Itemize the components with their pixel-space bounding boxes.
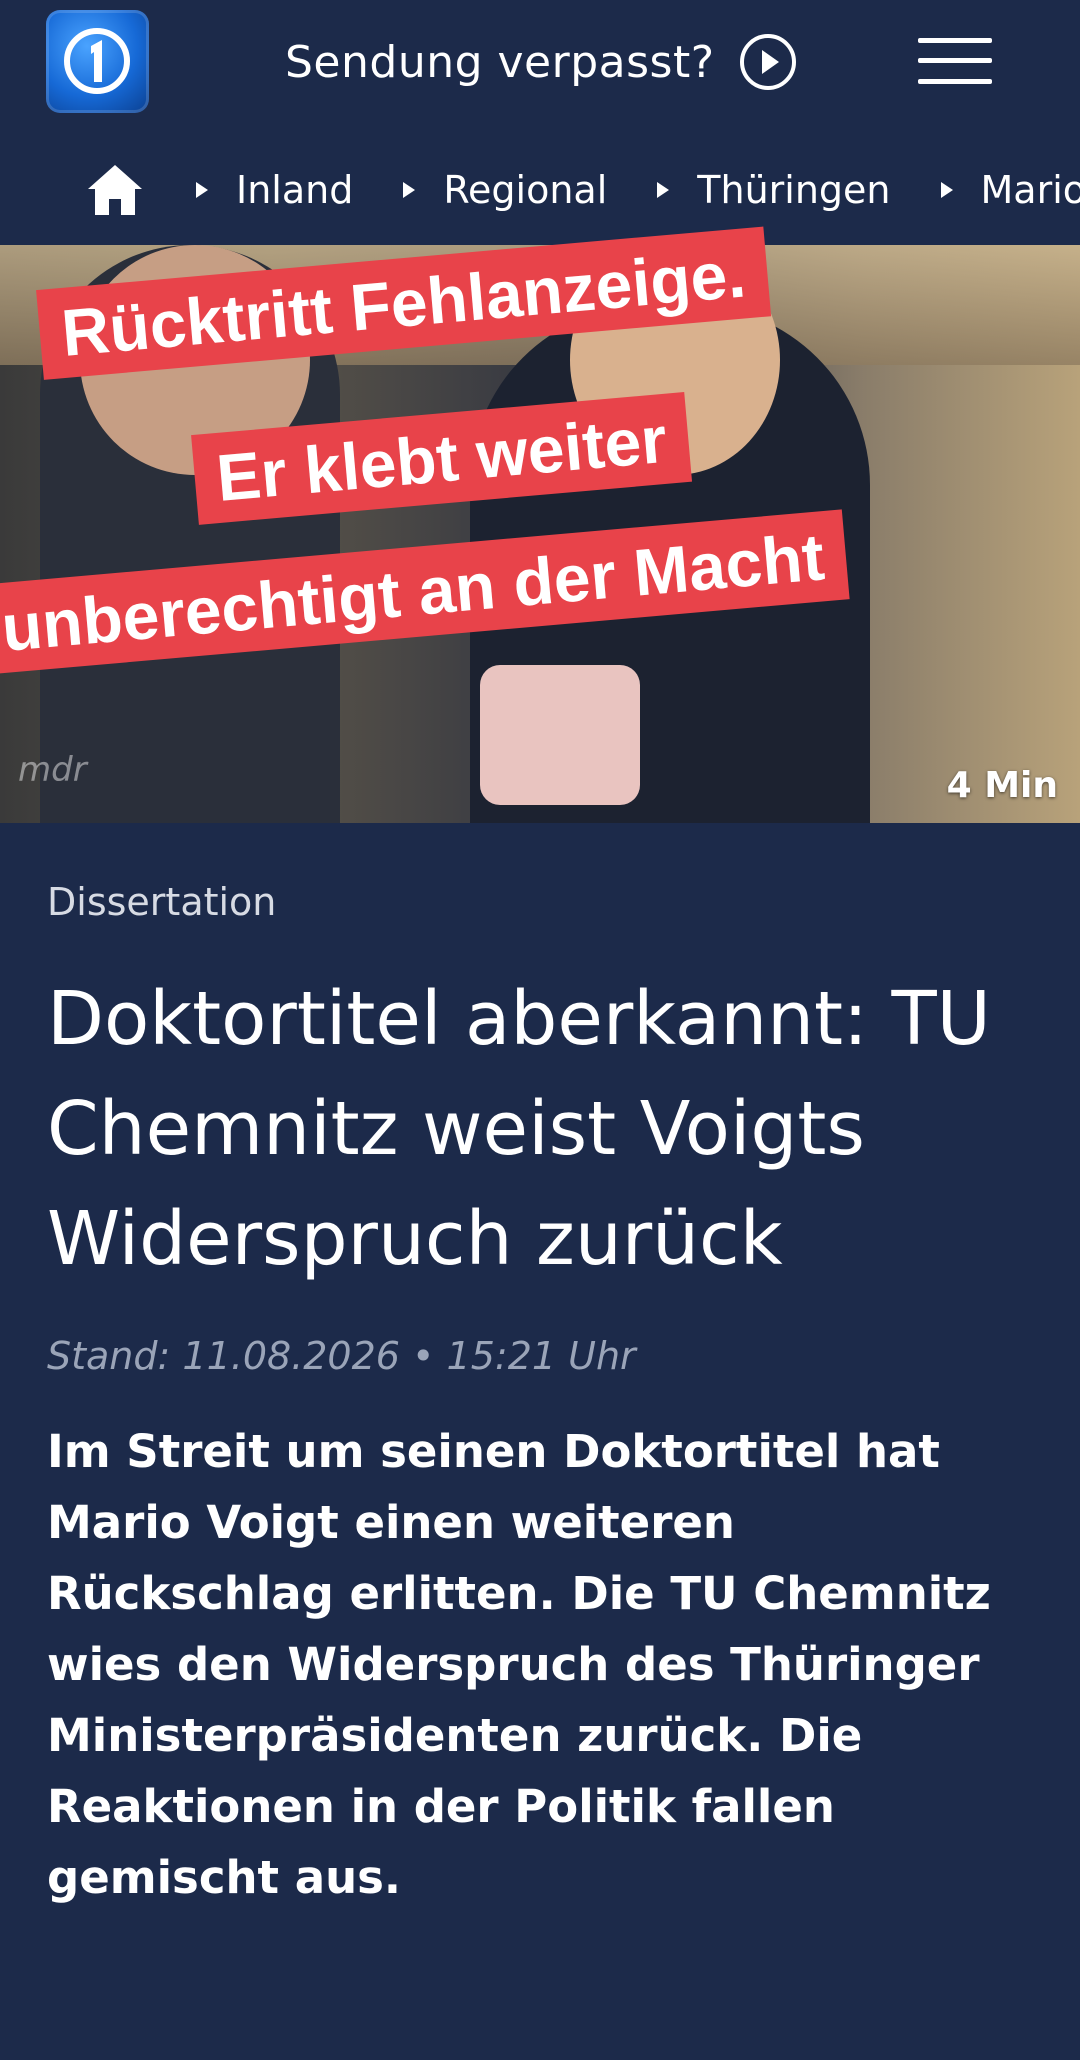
video-duration-badge: 4 Min xyxy=(946,765,1058,806)
breadcrumb-item-inland[interactable]: Inland xyxy=(194,168,353,212)
tagesschau-logo[interactable] xyxy=(46,10,149,113)
broadcaster-watermark: mdr xyxy=(18,750,87,790)
logo-one-icon xyxy=(64,28,130,94)
article-headline: Doktortitel aberkannt: TU Chemnitz weist… xyxy=(47,976,991,1282)
article: Dissertation Doktortitel aberkannt: TU C… xyxy=(47,880,1037,1913)
hamburger-menu-icon[interactable] xyxy=(918,36,992,86)
article-timestamp: Stand: 11.08.2026 • 15:21 Uhr xyxy=(47,1334,636,1378)
missed-broadcast-label: Sendung verpasst? xyxy=(285,36,715,88)
chevron-right-icon xyxy=(657,182,670,198)
app-header: Sendung verpasst? xyxy=(0,0,1080,125)
chevron-right-icon xyxy=(403,182,416,198)
chevron-right-icon xyxy=(940,182,953,198)
breadcrumb-label: Mario V xyxy=(980,168,1080,212)
breadcrumb-item-thueringen[interactable]: Thüringen xyxy=(655,168,891,212)
play-circle-icon xyxy=(739,34,796,90)
hero-shirt xyxy=(480,665,640,805)
breadcrumb: Inland Regional Thüringen Mario V xyxy=(0,150,1080,230)
article-topline: Dissertation xyxy=(47,880,277,924)
breadcrumb-item-regional[interactable]: Regional xyxy=(401,168,607,212)
home-icon[interactable] xyxy=(86,163,144,217)
article-teaser: Im Streit um seinen Doktortitel hat Mari… xyxy=(47,1425,991,1904)
breadcrumb-item-mario-voigt[interactable]: Mario V xyxy=(939,168,1080,212)
missed-broadcast-link[interactable]: Sendung verpasst? xyxy=(285,30,797,94)
breadcrumb-label: Thüringen xyxy=(697,168,891,212)
breadcrumb-label: Inland xyxy=(236,168,354,212)
chevron-right-icon xyxy=(196,182,208,198)
breadcrumb-label: Regional xyxy=(443,168,608,212)
